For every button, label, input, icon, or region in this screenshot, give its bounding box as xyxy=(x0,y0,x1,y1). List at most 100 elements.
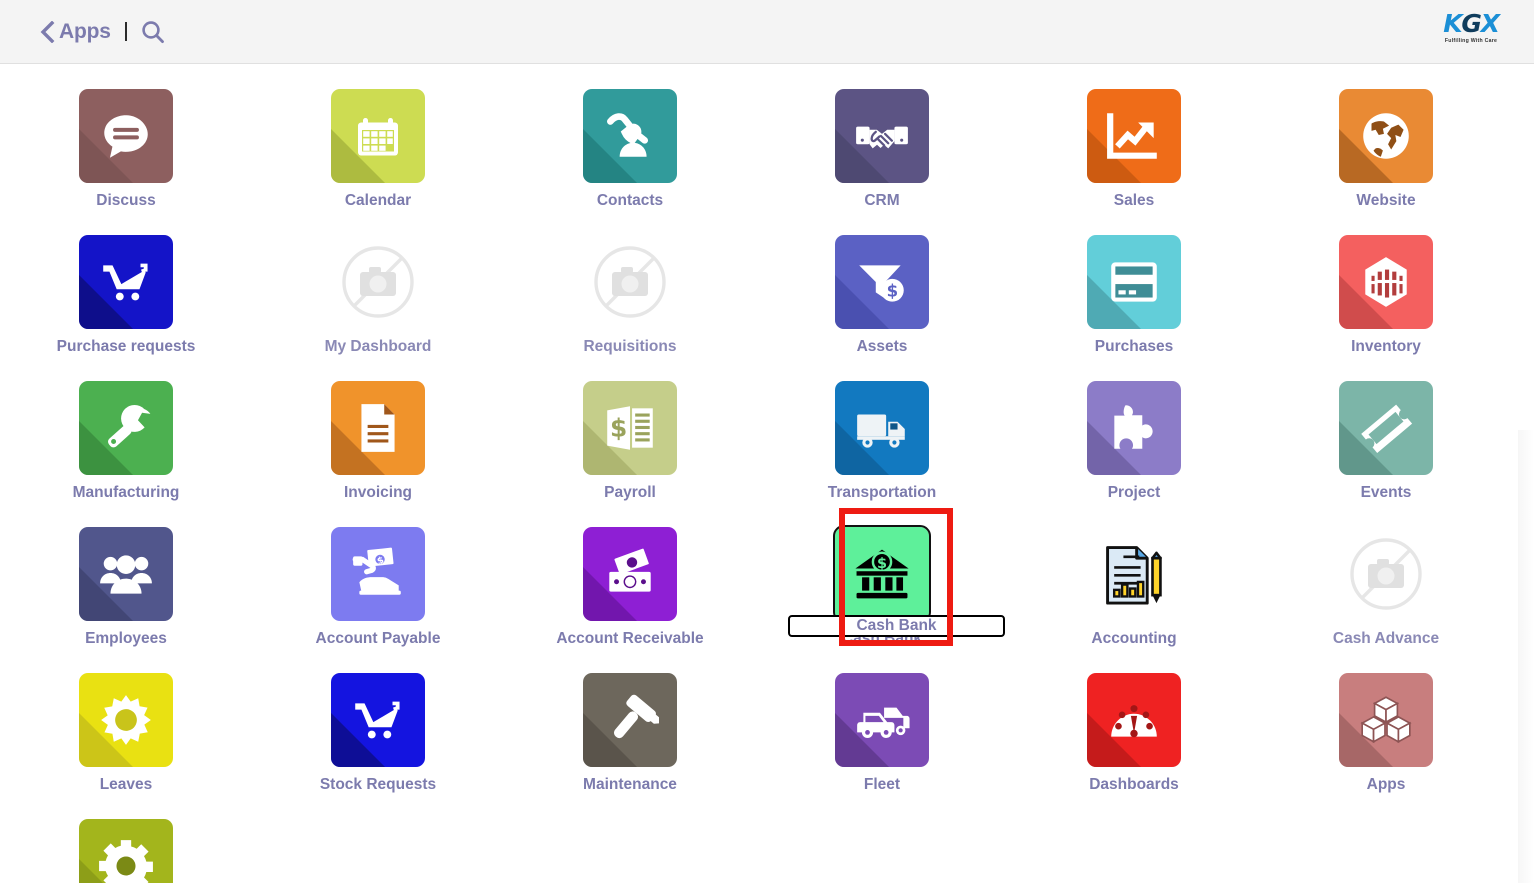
warehouse-icon[interactable] xyxy=(1339,235,1433,329)
app-label: Apps xyxy=(1366,776,1406,793)
gauge-icon[interactable] xyxy=(1087,673,1181,767)
app-tile-accounting[interactable]: Accounting xyxy=(1008,516,1260,662)
app-tile-account-payable[interactable]: $ Account Payable xyxy=(252,516,504,662)
app-tile-employees[interactable]: Employees xyxy=(0,516,252,662)
app-label: Account Receivable xyxy=(556,630,704,647)
app-tile-sales[interactable]: Sales xyxy=(1008,78,1260,224)
truck-icon[interactable] xyxy=(835,381,929,475)
app-tile-crm[interactable]: CRM xyxy=(756,78,1008,224)
app-label: Project xyxy=(1107,484,1161,501)
app-label: Transportation xyxy=(827,484,937,501)
wrench-icon[interactable] xyxy=(79,381,173,475)
app-label: Employees xyxy=(85,630,167,647)
app-label: Accounting xyxy=(1091,630,1177,647)
breadcrumb-apps-link[interactable]: Apps xyxy=(59,20,111,44)
breadcrumb-divider xyxy=(124,22,127,41)
broken-image-icon[interactable] xyxy=(1339,527,1433,621)
ticket-icon[interactable] xyxy=(1339,381,1433,475)
logo-letter-x: X xyxy=(1480,9,1500,38)
app-label: Invoicing xyxy=(343,484,413,501)
app-label: Requisitions xyxy=(583,338,677,355)
app-tile-assets[interactable]: $ Assets xyxy=(756,224,1008,370)
globe-icon[interactable] xyxy=(1339,89,1433,183)
app-tile-invoicing[interactable]: Invoicing xyxy=(252,370,504,516)
app-tile-contacts[interactable]: Contacts xyxy=(504,78,756,224)
svg-text:$: $ xyxy=(877,556,887,572)
app-label: Contacts xyxy=(596,192,664,209)
credit-card-icon[interactable] xyxy=(1087,235,1181,329)
hammer-icon[interactable] xyxy=(583,673,677,767)
app-label: Maintenance xyxy=(583,776,677,793)
app-label: Stock Requests xyxy=(319,776,437,793)
cash-stack-icon[interactable] xyxy=(583,527,677,621)
app-tile-project[interactable]: Project xyxy=(1008,370,1260,516)
payslip-dollar-icon[interactable]: $ xyxy=(583,381,677,475)
logo-tagline: Fulfilling With Care xyxy=(1444,38,1498,44)
svg-text:$: $ xyxy=(887,282,899,301)
app-tile-events[interactable]: Events xyxy=(1260,370,1512,516)
funnel-dollar-icon[interactable]: $ xyxy=(835,235,929,329)
app-tile-purchase-requests[interactable]: Purchase requests xyxy=(0,224,252,370)
speech-bubble-icon[interactable] xyxy=(79,89,173,183)
app-label: Leaves xyxy=(99,776,153,793)
app-tile-account-receivable[interactable]: Account Receivable xyxy=(504,516,756,662)
app-tile-calendar[interactable]: Calendar xyxy=(252,78,504,224)
app-tile-maintenance[interactable]: Maintenance xyxy=(504,662,756,808)
broken-image-icon[interactable] xyxy=(331,235,425,329)
app-tile-settings[interactable] xyxy=(0,808,252,883)
app-header: Apps KGX Fulfilling With Care xyxy=(0,0,1534,64)
app-tile-apps[interactable]: Apps xyxy=(1260,662,1512,808)
app-label: Manufacturing xyxy=(72,484,180,501)
svg-text:$: $ xyxy=(610,413,627,442)
app-tile-transportation[interactable]: Transportation xyxy=(756,370,1008,516)
app-tile-fleet[interactable]: Fleet xyxy=(756,662,1008,808)
app-tile-stock-requests[interactable]: Stock Requests xyxy=(252,662,504,808)
app-tile-cash-bank[interactable]: $ Cash Bank xyxy=(756,516,1008,662)
apps-grid: Discuss Calendar Contacts CRM Sales Webs… xyxy=(0,64,1512,883)
report-pencil-icon[interactable] xyxy=(1087,527,1181,621)
broken-image-icon[interactable] xyxy=(583,235,677,329)
cars-icon[interactable] xyxy=(835,673,929,767)
people-group-icon[interactable] xyxy=(79,527,173,621)
handshake-icon[interactable] xyxy=(835,89,929,183)
app-label: Website xyxy=(1356,192,1416,209)
app-tile-requisitions[interactable]: Requisitions xyxy=(504,224,756,370)
app-tile-inventory[interactable]: Inventory xyxy=(1260,224,1512,370)
app-tile-my-dashboard[interactable]: My Dashboard xyxy=(252,224,504,370)
app-tile-dashboards[interactable]: Dashboards xyxy=(1008,662,1260,808)
logo-letter-g: G xyxy=(1461,9,1482,38)
sun-icon[interactable] xyxy=(79,673,173,767)
shopping-cart-icon[interactable] xyxy=(331,673,425,767)
app-label: CRM xyxy=(864,192,900,209)
app-label: Events xyxy=(1360,484,1412,501)
app-tile-leaves[interactable]: Leaves xyxy=(0,662,252,808)
app-tile-payroll[interactable]: $ Payroll xyxy=(504,370,756,516)
growth-chart-icon[interactable] xyxy=(1087,89,1181,183)
phone-person-icon[interactable] xyxy=(583,89,677,183)
app-label: Account Payable xyxy=(315,630,441,647)
search-icon[interactable] xyxy=(140,19,166,45)
puzzle-piece-icon[interactable] xyxy=(1087,381,1181,475)
calendar-icon[interactable] xyxy=(331,89,425,183)
bank-dollar-icon[interactable]: $ xyxy=(833,525,931,623)
app-tile-purchases[interactable]: Purchases xyxy=(1008,224,1260,370)
chevron-left-icon[interactable] xyxy=(38,20,56,43)
app-tile-website[interactable]: Website xyxy=(1260,78,1512,224)
app-label: Sales xyxy=(1113,192,1155,209)
gear-icon[interactable] xyxy=(79,819,173,883)
boxes-icon[interactable] xyxy=(1339,673,1433,767)
app-tile-cash-advance[interactable]: Cash Advance xyxy=(1260,516,1512,662)
app-label: Inventory xyxy=(1351,338,1421,355)
app-label: Fleet xyxy=(863,776,901,793)
app-label: Purchase requests xyxy=(56,338,196,355)
app-label: Purchases xyxy=(1094,338,1174,355)
app-label: Payroll xyxy=(604,484,656,501)
shopping-cart-icon[interactable] xyxy=(79,235,173,329)
document-icon[interactable] xyxy=(331,381,425,475)
breadcrumb: Apps xyxy=(38,19,166,45)
app-label: My Dashboard xyxy=(324,338,432,355)
hand-money-icon[interactable]: $ xyxy=(331,527,425,621)
logo-letter-k: K xyxy=(1443,9,1462,38)
app-tile-discuss[interactable]: Discuss xyxy=(0,78,252,224)
app-tile-manufacturing[interactable]: Manufacturing xyxy=(0,370,252,516)
